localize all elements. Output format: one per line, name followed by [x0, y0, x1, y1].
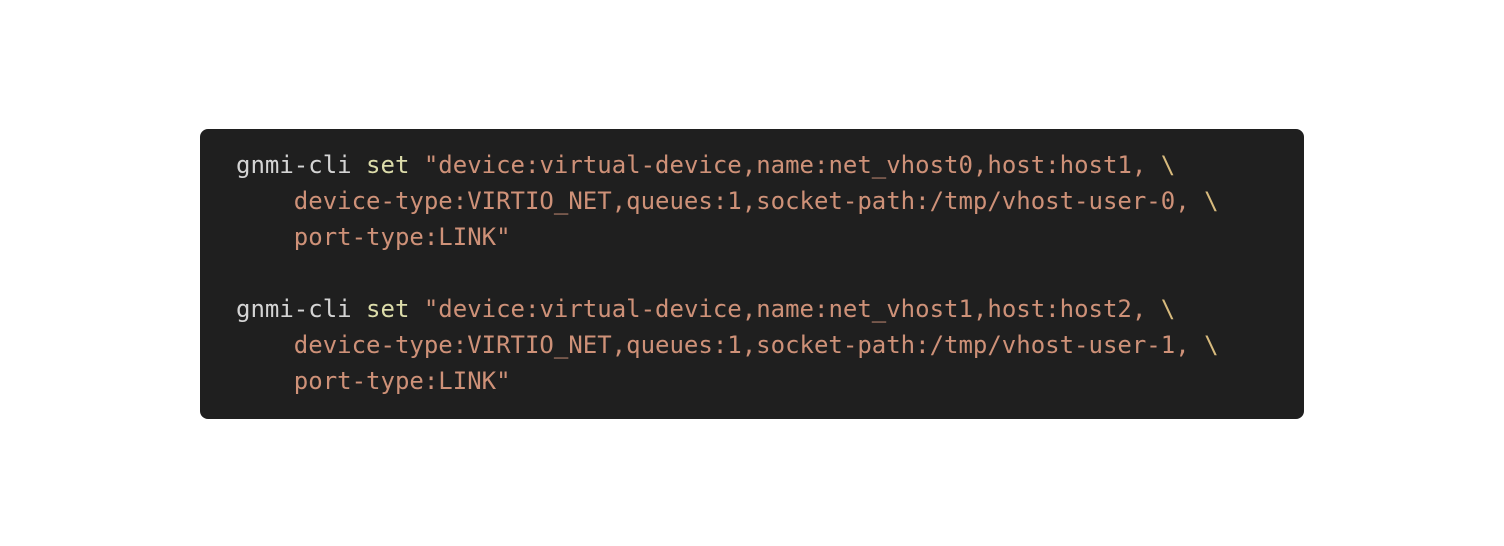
- page: gnmi-cli set "device:virtual-device,name…: [0, 0, 1504, 546]
- code-line: port-type:LINK": [236, 219, 1304, 255]
- code-line: port-type:LINK": [236, 363, 1304, 399]
- subcommand: set: [366, 295, 410, 323]
- string-argument: "device:virtual-device,name:net_vhost0,h…: [423, 151, 1147, 179]
- string-argument: port-type:LINK": [293, 367, 511, 395]
- line-continuation: \: [1160, 151, 1176, 179]
- code-line: device-type:VIRTIO_NET,queues:1,socket-p…: [236, 183, 1304, 219]
- line-continuation: \: [1204, 187, 1219, 215]
- code-line: gnmi-cli set "device:virtual-device,name…: [236, 147, 1304, 183]
- string-argument: "device:virtual-device,name:net_vhost1,h…: [423, 295, 1147, 323]
- code-block: gnmi-cli set "device:virtual-device,name…: [200, 129, 1304, 419]
- line-continuation: \: [1204, 331, 1219, 359]
- subcommand: set: [366, 151, 410, 179]
- command-name: gnmi-cli: [236, 295, 352, 323]
- line-continuation: \: [1160, 295, 1176, 323]
- command-name: gnmi-cli: [236, 151, 352, 179]
- string-argument: device-type:VIRTIO_NET,queues:1,socket-p…: [293, 331, 1190, 359]
- string-argument: device-type:VIRTIO_NET,queues:1,socket-p…: [293, 187, 1190, 215]
- code-line: gnmi-cli set "device:virtual-device,name…: [236, 291, 1304, 327]
- string-argument: port-type:LINK": [293, 223, 511, 251]
- code-line: device-type:VIRTIO_NET,queues:1,socket-p…: [236, 327, 1304, 363]
